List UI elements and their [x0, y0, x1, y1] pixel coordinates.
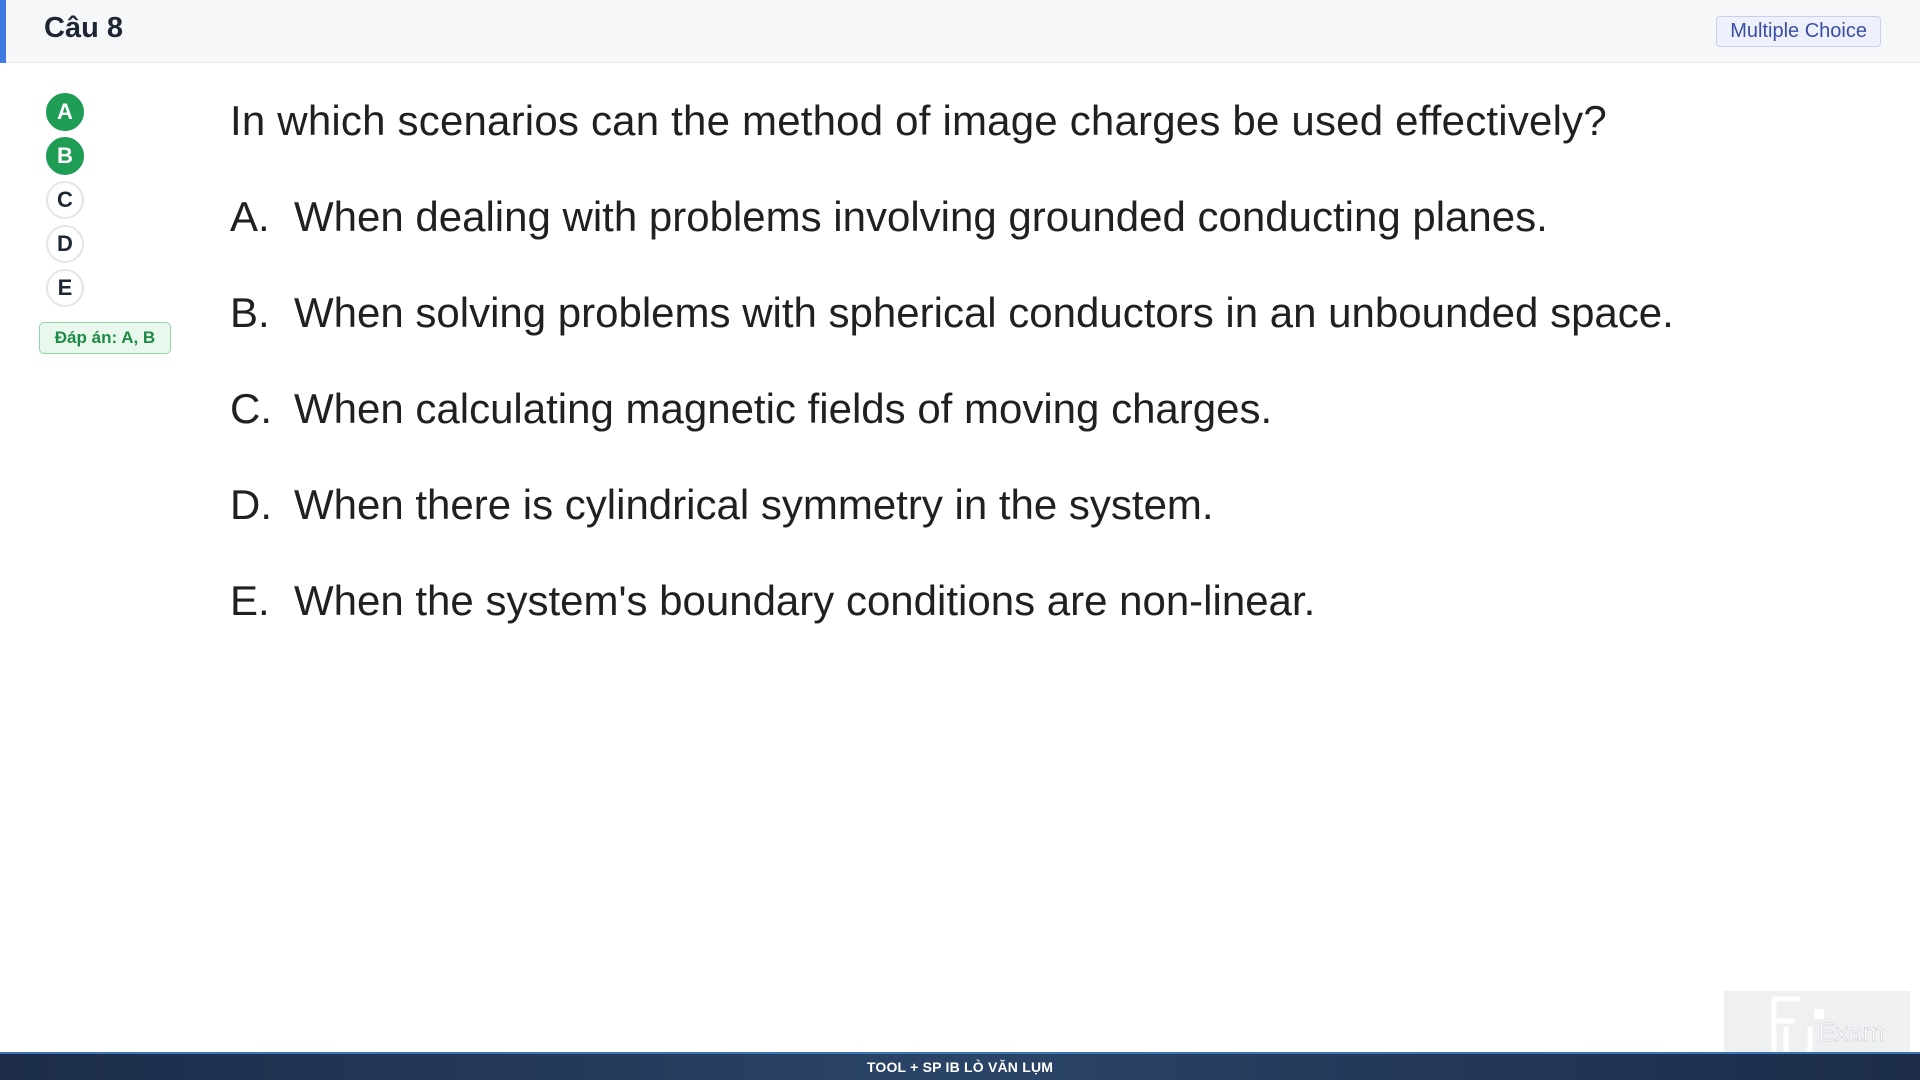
- choice-a-button[interactable]: A: [46, 93, 84, 131]
- option-e: E. When the system's boundary conditions…: [230, 572, 1790, 630]
- option-b: B. When solving problems with spherical …: [230, 284, 1790, 342]
- option-letter: B.: [230, 289, 270, 336]
- choice-d-button[interactable]: D: [46, 225, 84, 263]
- fu-exam-logo: Exam: [1724, 991, 1910, 1055]
- footer-bar: TOOL + SP IB LÒ VĂN LỤM: [0, 1052, 1920, 1080]
- fu-exam-logo-icon: Exam: [1771, 996, 1885, 1055]
- question-text: In which scenarios can the method of ima…: [230, 97, 1607, 144]
- logo-brand-text: Exam: [1818, 1017, 1884, 1047]
- quiz-page: Câu 8 Multiple Choice A B C D E Đáp án: …: [0, 0, 1920, 1080]
- option-text: When there is cylindrical symmetry in th…: [294, 481, 1214, 528]
- choice-b-button[interactable]: B: [46, 137, 84, 175]
- option-text: When calculating magnetic fields of movi…: [294, 385, 1273, 432]
- answer-choice-list: A B C D E: [46, 93, 86, 313]
- option-letter: A.: [230, 193, 270, 240]
- option-a: A. When dealing with problems involving …: [230, 188, 1790, 246]
- choice-c-button[interactable]: C: [46, 181, 84, 219]
- option-text: When solving problems with spherical con…: [294, 289, 1674, 336]
- option-letter: E.: [230, 577, 270, 624]
- question-number-title: Câu 8: [44, 12, 123, 44]
- choice-e-button[interactable]: E: [46, 269, 84, 307]
- question-header: Câu 8 Multiple Choice: [0, 0, 1920, 63]
- option-c: C. When calculating magnetic fields of m…: [230, 380, 1790, 438]
- question-type-badge: Multiple Choice: [1716, 16, 1881, 47]
- option-d: D. When there is cylindrical symmetry in…: [230, 476, 1790, 534]
- header-accent-bar: [0, 0, 6, 63]
- option-text: When the system's boundary conditions ar…: [294, 577, 1316, 624]
- option-text: When dealing with problems involving gro…: [294, 193, 1548, 240]
- option-letter: C.: [230, 385, 272, 432]
- option-letter: D.: [230, 481, 272, 528]
- question-content: In which scenarios can the method of ima…: [230, 92, 1790, 668]
- correct-answer-badge: Đáp án: A, B: [39, 322, 171, 354]
